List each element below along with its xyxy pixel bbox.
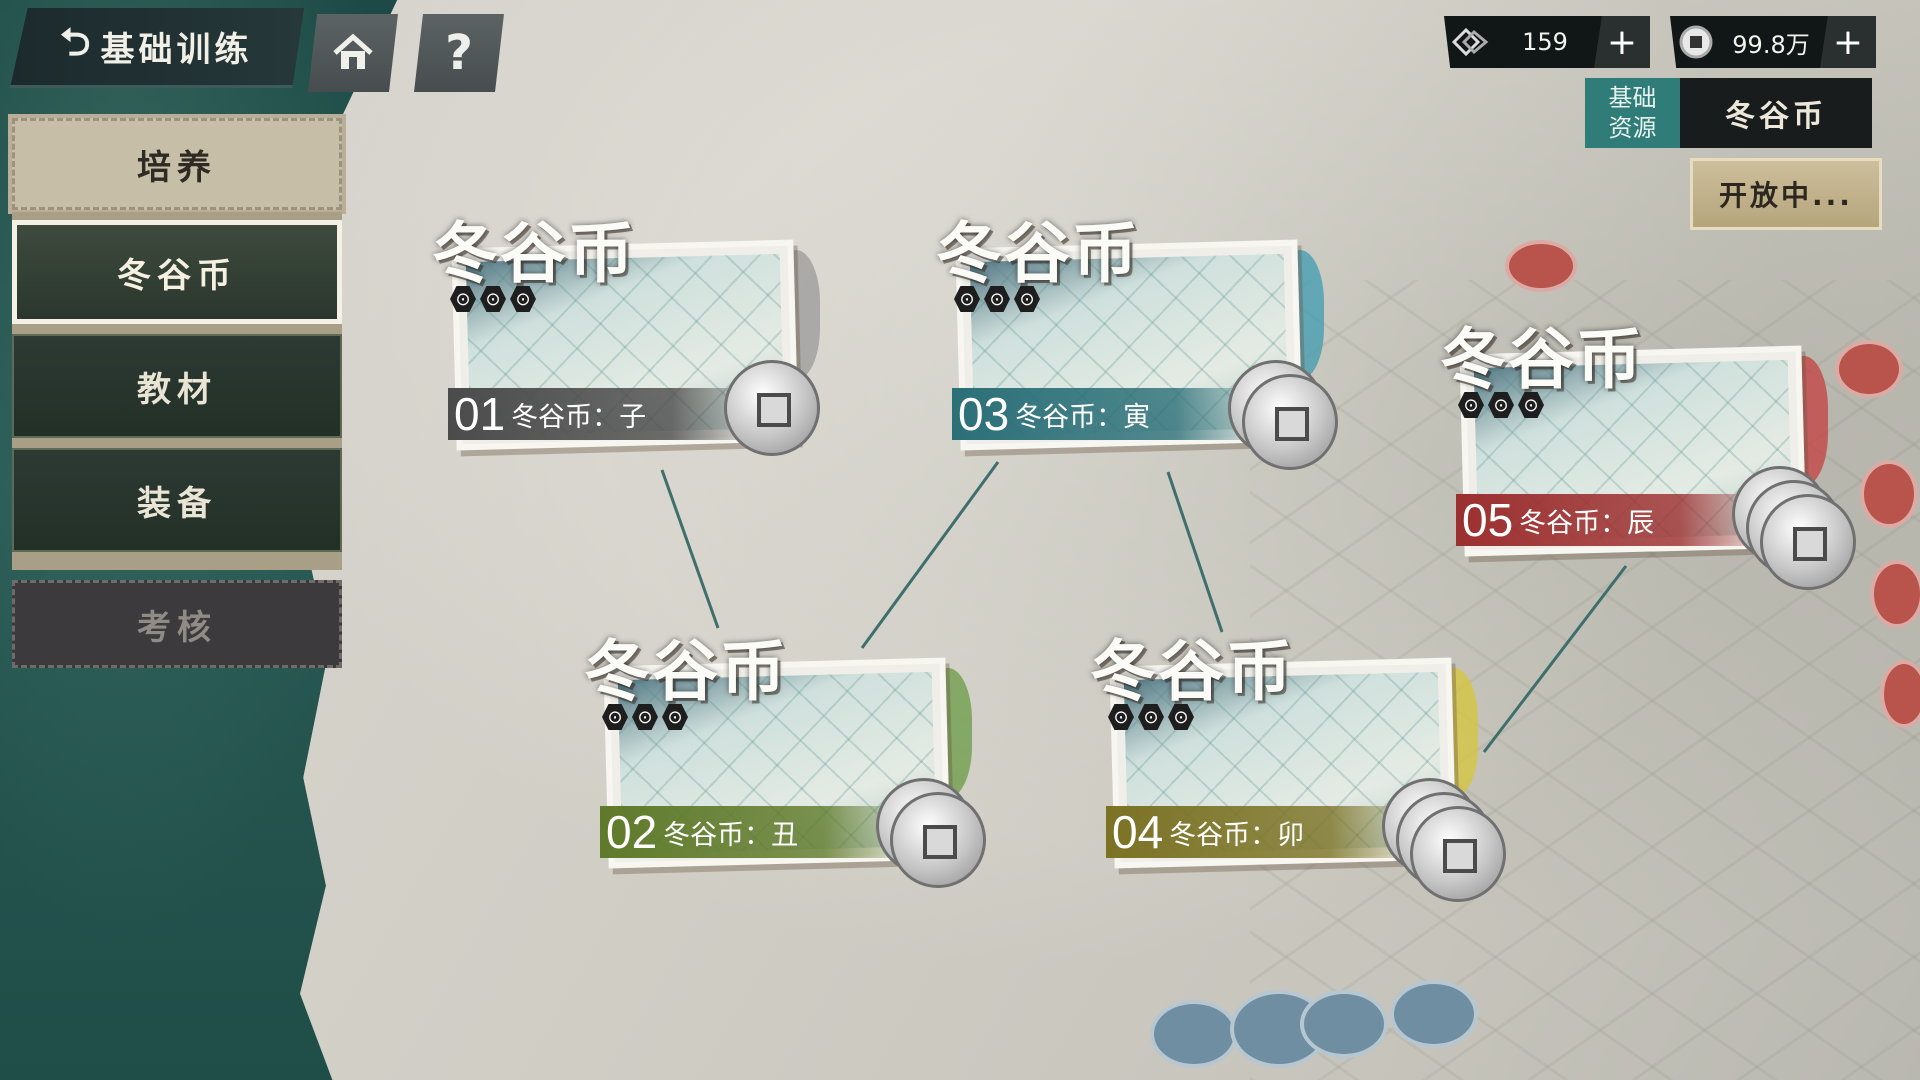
gem-icon [1444,26,1496,58]
help-button[interactable]: ? [414,14,504,92]
stage-number: 02 [606,806,658,858]
coin-icon [1760,494,1856,590]
stage-name: 冬谷币：丑 [663,819,799,851]
back-button[interactable]: ⮌ 基础训练 [10,8,304,88]
stage-label-bar: 03 冬谷币：寅 [952,388,1272,440]
menu-item-exam[interactable]: 考核 [12,580,342,668]
add-coins-button[interactable]: + [1820,16,1876,68]
coin-count: 99.8万 [1732,30,1810,59]
stage-card-04[interactable]: 04 冬谷币：卯 ⊙ ⊙ ⊙ 冬谷币 [1090,628,1506,902]
connector-line [1482,565,1628,753]
menu-item-equipment[interactable]: 装备 [12,448,342,552]
stage-title: 冬谷币 [432,214,636,292]
gem-currency: 159 + [1444,16,1650,68]
gem-count: 159 [1522,28,1568,56]
coin-icon [1670,24,1722,60]
resource-type-label: 基础 资源 [1585,78,1680,148]
menu-item-materials[interactable]: 教材 [12,334,342,438]
stage-name: 冬谷币：卯 [1169,819,1305,851]
open-status-button[interactable]: 开放中... [1690,158,1882,230]
stage-title: 冬谷币 [1440,320,1644,398]
help-icon: ? [445,25,473,81]
coin-icon [890,792,986,888]
stage-card-03[interactable]: 03 冬谷币：寅 ⊙ ⊙ ⊙ 冬谷币 [936,210,1338,470]
menu-item-coins[interactable]: 冬谷币 [12,220,342,324]
resource-name: 冬谷币 [1680,78,1872,148]
stage-label-bar: 05 冬谷币：辰 [1456,494,1776,546]
stage-title: 冬谷币 [584,632,788,710]
stage-number: 04 [1112,806,1164,858]
connector-line [1166,471,1224,633]
menu-category-cultivate[interactable]: 培养 [8,114,346,214]
stage-card-05[interactable]: 05 冬谷币：辰 ⊙ ⊙ ⊙ 冬谷币 [1440,316,1856,590]
coin-icon [1242,374,1338,470]
stage-number: 05 [1462,494,1514,546]
stage-label-bar: 01 冬谷币：子 [448,388,768,440]
add-gems-button[interactable]: + [1594,16,1650,68]
stage-label-bar: 04 冬谷币：卯 [1106,806,1426,858]
stage-name: 冬谷币：子 [511,401,647,433]
stage-card-01[interactable]: 01 冬谷币：子 ⊙ ⊙ ⊙ 冬谷币 [432,210,820,470]
stage-name: 冬谷币：辰 [1519,507,1655,539]
stage-number: 01 [454,388,506,440]
coin-icon [1410,806,1506,902]
coin-icon [724,360,820,456]
home-icon [333,33,373,69]
page-title: 基础训练 [100,30,253,70]
stage-number: 03 [958,388,1010,440]
connector-line [860,461,1000,649]
back-arrow-icon: ⮌ [60,20,91,64]
stage-title: 冬谷币 [936,214,1140,292]
connector-line [660,469,720,629]
stage-card-02[interactable]: 02 冬谷币：丑 ⊙ ⊙ ⊙ 冬谷币 [584,628,986,888]
stage-name: 冬谷币：寅 [1015,401,1151,433]
home-button[interactable] [308,14,398,92]
stage-title: 冬谷币 [1090,632,1294,710]
stage-label-bar: 02 冬谷币：丑 [600,806,920,858]
coin-currency: 99.8万 + [1670,16,1876,68]
